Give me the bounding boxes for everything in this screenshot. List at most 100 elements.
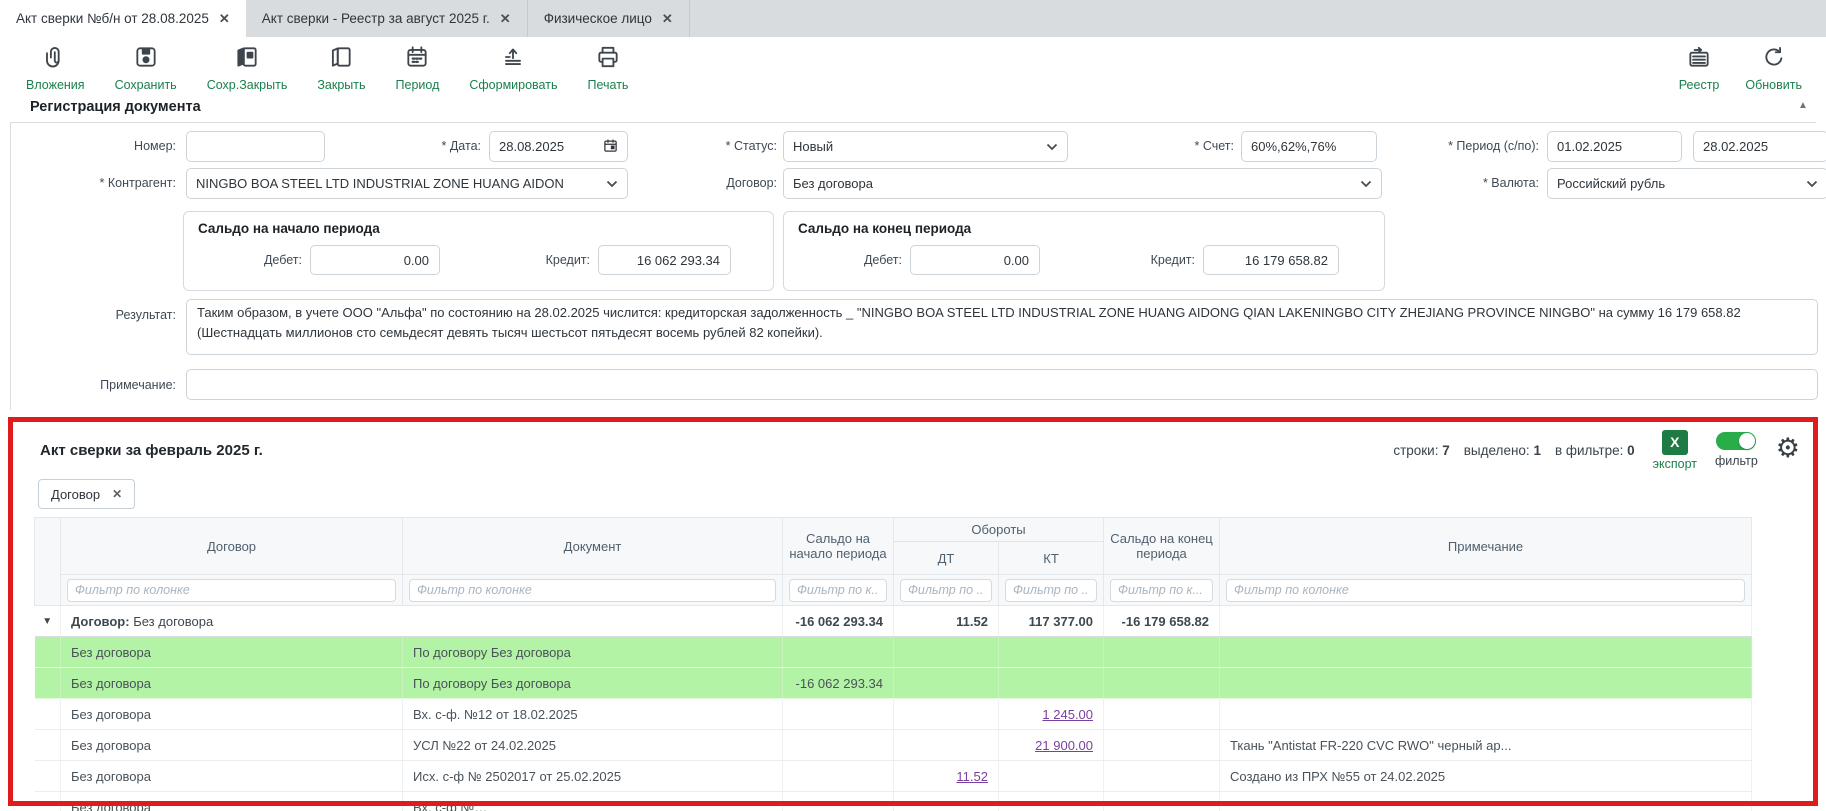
cell-note	[1220, 699, 1752, 730]
expand-collapse-icon[interactable]: ▼	[35, 606, 61, 637]
period-to-input[interactable]	[1693, 131, 1826, 162]
reconciliation-grid-panel: Акт сверки за февраль 2025 г. строки: 7 …	[8, 417, 1818, 811]
scroll-up-arrow[interactable]: ▲	[1798, 100, 1808, 111]
filter-input-dt[interactable]	[900, 579, 992, 602]
excel-export-button[interactable]: X экспорт	[1653, 430, 1697, 471]
cell-dt	[894, 637, 999, 668]
cell-note	[1220, 606, 1752, 637]
table-row[interactable]: Без договора УСЛ №22 от 24.02.2025 21 90…	[35, 730, 1752, 761]
chevron-down-icon	[1046, 139, 1058, 154]
contract-select[interactable]: Без договора	[783, 168, 1382, 199]
number-input[interactable]	[186, 131, 325, 162]
attachments-button[interactable]: Вложения	[26, 44, 85, 92]
save-icon	[133, 44, 159, 75]
cell-note: Создано из ПРХ №55 от 24.02.2025	[1220, 761, 1752, 792]
result-textarea[interactable]: Таким образом, в учете ООО "Альфа" по со…	[186, 299, 1818, 355]
filter-input-note[interactable]	[1226, 579, 1745, 602]
cell-saldo-start	[783, 637, 894, 668]
filter-input-saldo-start[interactable]	[789, 579, 887, 602]
table-row[interactable]: Без договора По договору Без договора	[35, 637, 1752, 668]
currency-label: * Валюта:	[1389, 176, 1539, 190]
grid-title: Акт сверки за февраль 2025 г.	[40, 442, 263, 459]
filter-input-document[interactable]	[409, 579, 776, 602]
table-row[interactable]: Без договора Исх. с-ф № 2502017 от 25.02…	[35, 761, 1752, 792]
tab-fiz-lico[interactable]: Физическое лицо ✕	[528, 0, 690, 37]
print-button[interactable]: Печать	[587, 44, 628, 92]
group-chip-dogovor[interactable]: Договор ✕	[38, 479, 135, 509]
tab-close-icon[interactable]: ✕	[662, 11, 673, 27]
cell-dogovor: Без договора	[61, 668, 403, 699]
credit-end-value[interactable]: 16 179 658.82	[1203, 245, 1339, 275]
refresh-button[interactable]: Обновить	[1745, 44, 1802, 92]
filter-toggle[interactable]	[1716, 432, 1756, 450]
column-header-turnover[interactable]: Обороты	[894, 518, 1104, 542]
tab-reestr[interactable]: Акт сверки - Реестр за август 2025 г. ✕	[246, 0, 528, 37]
column-header-document[interactable]: Документ	[403, 518, 783, 575]
cell-dogovor: Без договора	[61, 699, 403, 730]
kt-amount-link[interactable]: 1 245.00	[1042, 707, 1093, 722]
column-header-note[interactable]: Примечание	[1220, 518, 1752, 575]
cell-dogovor: Без договора	[61, 761, 403, 792]
registration-form: Номер: * Дата: 28.08.2025 * Статус: Новы…	[10, 122, 1816, 410]
tab-act-sverki[interactable]: Акт сверки №б/н от 28.08.2025 ✕	[0, 0, 246, 37]
tab-bar: Акт сверки №б/н от 28.08.2025 ✕ Акт свер…	[0, 0, 1826, 37]
filter-toggle-block: фильтр	[1715, 432, 1758, 468]
debit-start-value[interactable]: 0.00	[310, 245, 440, 275]
contractor-select[interactable]: NINGBO BOA STEEL LTD INDUSTRIAL ZONE HUA…	[186, 168, 628, 199]
column-header-saldo-start[interactable]: Сальдо на начало периода	[783, 518, 894, 575]
status-select[interactable]: Новый	[783, 131, 1068, 162]
credit-start-value[interactable]: 16 062 293.34	[598, 245, 731, 275]
filter-cell	[403, 575, 783, 606]
date-input[interactable]: 28.08.2025	[489, 131, 628, 162]
app-window: Акт сверки №б/н от 28.08.2025 ✕ Акт свер…	[0, 0, 1826, 811]
cell-dt	[894, 730, 999, 761]
table-row[interactable]: Без договора По договору Без договора -1…	[35, 668, 1752, 699]
generate-button[interactable]: Сформировать	[469, 44, 557, 92]
save-button[interactable]: Сохранить	[115, 44, 177, 92]
cell-saldo-end	[1104, 668, 1220, 699]
register-button[interactable]: Реестр	[1679, 44, 1720, 92]
saldo-start-row: Дебет: 0.00 Кредит: 16 062 293.34	[184, 245, 773, 275]
debit-end-value[interactable]: 0.00	[910, 245, 1040, 275]
chip-close-icon[interactable]: ✕	[112, 487, 122, 501]
table-row-partial[interactable]: Без договора Вх. с-ф №…	[35, 792, 1752, 811]
expander-header	[35, 518, 61, 606]
table-row[interactable]: Без договора Вх. с-ф. №12 от 18.02.2025 …	[35, 699, 1752, 730]
table-group-row[interactable]: ▼ Договор: Без договора -16 062 293.34 1…	[35, 606, 1752, 637]
cell-dogovor: Без договора	[61, 730, 403, 761]
debit-label: Дебет:	[184, 253, 302, 267]
cell-saldo-end	[1104, 637, 1220, 668]
cell-document: УСЛ №22 от 24.02.2025	[403, 730, 783, 761]
calendar-icon	[404, 44, 430, 75]
cell-kt	[999, 668, 1104, 699]
cell-dt	[894, 668, 999, 699]
account-input[interactable]	[1241, 131, 1377, 162]
column-header-dogovor[interactable]: Договор	[61, 518, 403, 575]
close-button[interactable]: Закрыть	[317, 44, 365, 92]
period-from-input[interactable]	[1547, 131, 1682, 162]
period-label: * Период (с/по):	[1389, 139, 1539, 153]
kt-amount-link[interactable]: 21 900.00	[1035, 738, 1093, 753]
column-header-kt[interactable]: КТ	[999, 542, 1104, 575]
saldo-start-title: Сальдо на начало периода	[184, 212, 773, 236]
filter-input-saldo-end[interactable]	[1110, 579, 1213, 602]
period-button[interactable]: Период	[396, 44, 440, 92]
tab-close-icon[interactable]: ✕	[500, 11, 511, 27]
grid-header: Акт сверки за февраль 2025 г. строки: 7 …	[21, 429, 1810, 471]
save-close-button[interactable]: Сохр.Закрыть	[207, 44, 288, 92]
tab-close-icon[interactable]: ✕	[219, 11, 230, 27]
cell-saldo-start: -16 062 293.34	[783, 606, 894, 637]
dt-amount-link[interactable]: 11.52	[956, 769, 988, 784]
note-input[interactable]	[186, 369, 1818, 400]
column-header-dt[interactable]: ДТ	[894, 542, 999, 575]
filter-input-kt[interactable]	[1005, 579, 1097, 602]
cell-saldo-end	[1104, 730, 1220, 761]
gear-icon[interactable]: ⚙	[1776, 435, 1800, 462]
tab-label: Акт сверки №б/н от 28.08.2025	[16, 11, 209, 26]
currency-select[interactable]: Российский рубль	[1547, 168, 1826, 199]
column-header-saldo-end[interactable]: Сальдо на конец периода	[1104, 518, 1220, 575]
cell-kt	[999, 792, 1104, 811]
tab-label: Физическое лицо	[544, 11, 652, 26]
filter-input-dogovor[interactable]	[67, 579, 396, 602]
calendar-small-icon[interactable]	[603, 138, 618, 156]
